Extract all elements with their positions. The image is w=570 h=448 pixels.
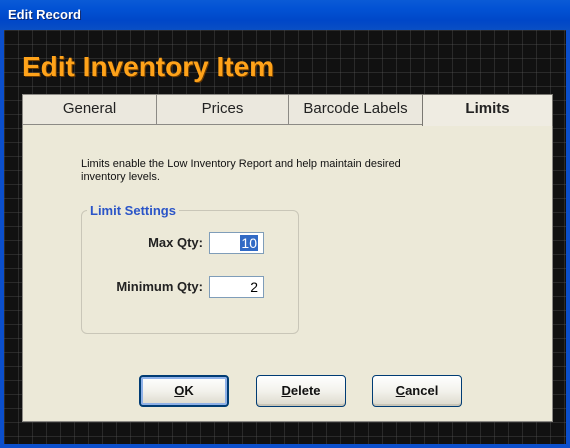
tab-barcode-labels[interactable]: Barcode Labels — [288, 94, 423, 124]
tab-strip: General Prices Barcode Labels Limits — [22, 94, 553, 126]
limits-panel: Limits enable the Low Inventory Report a… — [22, 124, 553, 422]
cancel-mnemonic: C — [395, 383, 406, 398]
tab-general[interactable]: General — [22, 94, 157, 124]
page-title: Edit Inventory Item — [22, 51, 275, 82]
max-qty-label: Max Qty: — [148, 235, 203, 250]
limit-settings-group — [81, 210, 299, 334]
limit-settings-title: Limit Settings — [87, 203, 179, 218]
min-qty-input[interactable]: 2 — [209, 276, 264, 298]
max-qty-value: 10 — [240, 235, 258, 251]
delete-label-rest: elete — [290, 383, 321, 398]
delete-button[interactable]: Delete — [256, 375, 346, 407]
cancel-label-rest: ancel — [405, 383, 439, 398]
ok-label-rest: K — [184, 383, 194, 398]
min-qty-value: 2 — [250, 279, 258, 295]
ok-button[interactable]: OK — [139, 375, 229, 407]
cancel-button[interactable]: Cancel — [372, 375, 462, 407]
max-qty-input[interactable]: 10 — [209, 232, 264, 254]
min-qty-label: Minimum Qty: — [116, 279, 203, 294]
ok-mnemonic: O — [174, 383, 185, 398]
tab-limits[interactable]: Limits — [422, 94, 553, 126]
delete-mnemonic: D — [281, 383, 291, 398]
window-title: Edit Record — [8, 7, 81, 22]
tab-prices[interactable]: Prices — [156, 94, 289, 124]
limits-description: Limits enable the Low Inventory Report a… — [81, 158, 401, 183]
window-titlebar[interactable]: Edit Record — [0, 0, 570, 30]
